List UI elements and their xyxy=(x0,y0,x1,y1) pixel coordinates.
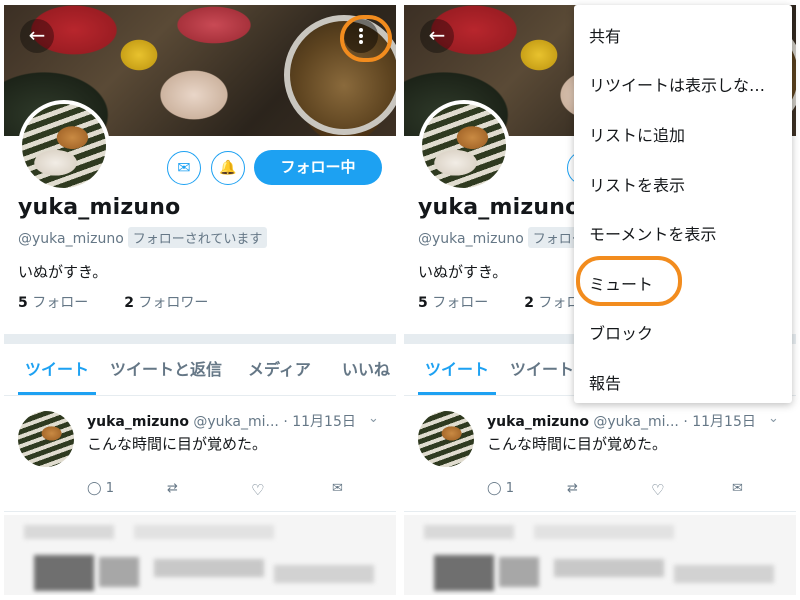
back-arrow-icon[interactable]: ← xyxy=(420,19,454,53)
highlight-ring-more xyxy=(340,15,392,62)
tweet-avatar[interactable] xyxy=(418,411,474,467)
blur-block xyxy=(99,557,139,587)
direct-message-icon[interactable]: ✉ xyxy=(332,481,343,496)
profile-tabs: ツイート ツイートと返信 メディア いいね xyxy=(4,350,396,396)
tweet-date: 11月15日 xyxy=(292,414,356,430)
tweet-actions: ◯ 1 ⇄ ♡ ✉ xyxy=(87,481,367,503)
tweet-actions: ◯ 1 ⇄ ♡ ✉ xyxy=(487,481,767,503)
display-name: yuka_mizuno xyxy=(18,195,181,220)
tweet-avatar[interactable] xyxy=(18,411,74,467)
tweet-item[interactable]: yuka_mizuno @yuka_mi... · 11月15日 ⌄ こんな時間… xyxy=(4,397,396,512)
following-label: フォロー xyxy=(32,295,89,311)
menu-item-view-lists[interactable]: リストを表示 xyxy=(589,172,685,196)
reply-action[interactable]: ◯ 1 xyxy=(487,481,514,496)
blur-block xyxy=(499,557,539,587)
followers-count: 2 xyxy=(124,295,134,311)
tweet-header: yuka_mizuno @yuka_mi... · 11月15日 xyxy=(487,411,756,431)
bio: いぬがすき。 xyxy=(418,263,508,281)
message-icon[interactable]: ✉ xyxy=(167,151,201,185)
follows-you-badge: フォローされています xyxy=(127,227,268,248)
following-button[interactable]: フォロー中 xyxy=(254,150,382,185)
blurred-content xyxy=(404,515,796,595)
blur-block xyxy=(274,565,374,583)
tweet-separator: · xyxy=(283,414,288,430)
chevron-down-icon[interactable]: ⌄ xyxy=(768,411,779,426)
like-icon[interactable]: ♡ xyxy=(651,481,664,499)
menu-item-view-moments[interactable]: モーメントを表示 xyxy=(589,221,716,245)
reply-icon: ◯ xyxy=(487,481,502,496)
following-stat[interactable]: 5 フォロー xyxy=(18,295,88,311)
blur-block xyxy=(424,525,514,539)
tab-tweets[interactable]: ツイート xyxy=(418,350,496,395)
reply-count: 1 xyxy=(505,481,514,496)
blurred-content xyxy=(4,515,396,595)
handle: @yuka_mizuno xyxy=(18,231,124,247)
tweet-text: こんな時間に目が覚めた。 xyxy=(87,435,268,453)
blur-block xyxy=(554,559,664,577)
handle-row: @yuka_mizunoフォローされています xyxy=(18,227,268,248)
retweet-icon[interactable]: ⇄ xyxy=(167,481,178,496)
like-icon[interactable]: ♡ xyxy=(251,481,264,499)
following-label: フォロー xyxy=(432,295,489,311)
profile-avatar[interactable] xyxy=(18,100,110,192)
blur-block xyxy=(674,565,774,583)
tweet-date: 11月15日 xyxy=(692,414,756,430)
followers-label: フォロワー xyxy=(138,295,209,311)
tweet-author-handle: @yuka_mi... xyxy=(193,414,279,430)
tweet-author-name: yuka_mizuno xyxy=(87,414,189,430)
blur-block xyxy=(24,525,114,539)
reply-icon: ◯ xyxy=(87,481,102,496)
menu-item-share[interactable]: 共有 xyxy=(589,23,621,47)
handle: @yuka_mizuno xyxy=(418,231,524,247)
display-name: yuka_mizuno xyxy=(418,195,581,220)
tweet-item[interactable]: yuka_mizuno @yuka_mi... · 11月15日 ⌄ こんな時間… xyxy=(404,397,796,512)
followers-stat[interactable]: 2 フォロワー xyxy=(124,295,208,311)
following-count: 5 xyxy=(18,295,28,311)
notification-bell-icon[interactable]: 🔔 xyxy=(211,151,245,185)
stats: 5 フォロー 2 フォロワー xyxy=(18,292,208,312)
chevron-down-icon[interactable]: ⌄ xyxy=(368,411,379,426)
menu-item-add-to-list[interactable]: リストに追加 xyxy=(589,122,685,146)
tab-media[interactable]: メディア xyxy=(248,350,311,395)
tweet-separator: · xyxy=(683,414,688,430)
tweet-author-name: yuka_mizuno xyxy=(487,414,589,430)
bio: いぬがすき。 xyxy=(18,263,108,281)
menu-item-block[interactable]: ブロック xyxy=(589,320,653,344)
blur-block xyxy=(154,559,264,577)
tab-likes[interactable]: いいね xyxy=(342,350,390,395)
blur-block xyxy=(434,555,494,591)
blur-block xyxy=(34,555,94,591)
blur-block xyxy=(134,525,274,539)
tab-tweets[interactable]: ツイート xyxy=(18,350,96,395)
retweet-icon[interactable]: ⇄ xyxy=(567,481,578,496)
menu-item-hide-retweets[interactable]: リツイートは表示しな… xyxy=(589,72,765,96)
following-stat[interactable]: 5 フォロー xyxy=(418,295,488,311)
more-options-menu: 共有 リツイートは表示しな… リストに追加 リストを表示 モーメントを表示 ミュ… xyxy=(574,5,792,403)
direct-message-icon[interactable]: ✉ xyxy=(732,481,743,496)
following-count: 5 xyxy=(418,295,428,311)
back-arrow-icon[interactable]: ← xyxy=(20,19,54,53)
tweet-text: こんな時間に目が覚めた。 xyxy=(487,435,668,453)
followers-count: 2 xyxy=(524,295,534,311)
reply-action[interactable]: ◯ 1 xyxy=(87,481,114,496)
profile-avatar[interactable] xyxy=(418,100,510,192)
menu-item-report[interactable]: 報告 xyxy=(589,370,621,394)
tab-tweets-replies[interactable]: ツイートと返信 xyxy=(110,350,222,395)
tweet-header: yuka_mizuno @yuka_mi... · 11月15日 xyxy=(87,411,356,431)
blur-block xyxy=(534,525,674,539)
reply-count: 1 xyxy=(105,481,114,496)
highlight-ring-mute xyxy=(576,256,682,306)
tweet-author-handle: @yuka_mi... xyxy=(593,414,679,430)
profile-screen-left: ← ✉ 🔔 フォロー中 yuka_mizuno @yuka_mizuno フォロー… xyxy=(4,5,396,595)
section-separator xyxy=(4,334,396,344)
